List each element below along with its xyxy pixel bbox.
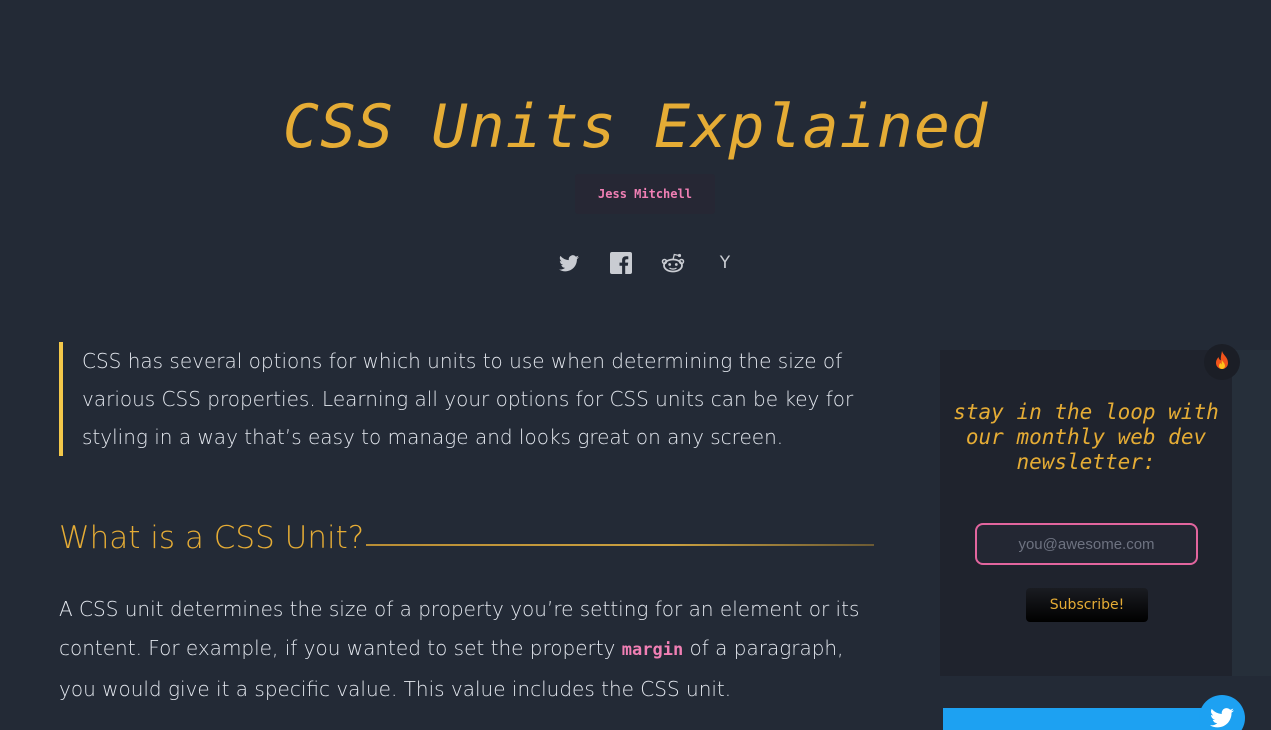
page-title: CSS Units Explained: [282, 92, 989, 162]
section-heading-text: What is a CSS Unit?: [59, 520, 365, 556]
subscribe-button[interactable]: Subscribe!: [1026, 588, 1148, 622]
twitter-badge-icon[interactable]: [1199, 695, 1245, 730]
newsletter-box: stay in the loop with our monthly web de…: [940, 350, 1232, 676]
reddit-icon[interactable]: [658, 248, 688, 278]
intro-blockquote: CSS has several options for which units …: [59, 342, 879, 456]
sidebar-edge: [1232, 350, 1271, 676]
heading-underline: [366, 544, 874, 546]
newsletter-heading: stay in the loop with our monthly web de…: [953, 400, 1219, 474]
share-links: Y: [554, 248, 740, 278]
inline-code-margin: margin: [621, 640, 684, 660]
facebook-icon[interactable]: [606, 248, 636, 278]
author-badge[interactable]: Jess Mitchell: [575, 174, 715, 214]
body-paragraph: A CSS unit determines the size of a prop…: [59, 590, 879, 709]
article-page: CSS Units Explained Jess Mitchell Y CSS …: [0, 0, 1271, 730]
twitter-icon[interactable]: [554, 248, 584, 278]
section-heading: What is a CSS Unit?: [59, 520, 874, 556]
twitter-widget[interactable]: [943, 708, 1233, 730]
email-input[interactable]: [975, 523, 1198, 565]
fire-icon[interactable]: [1204, 344, 1240, 380]
hacker-news-icon[interactable]: Y: [710, 248, 740, 278]
intro-text: CSS has several options for which units …: [82, 349, 854, 449]
